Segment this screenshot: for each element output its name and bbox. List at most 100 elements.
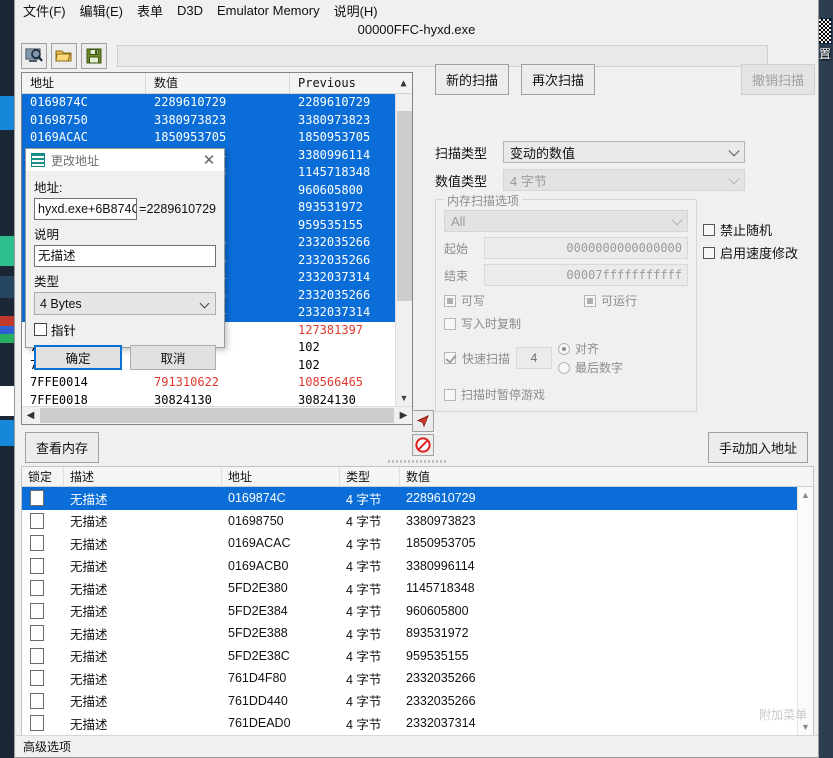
taskbar-strip[interactable] — [0, 0, 14, 758]
menu-help[interactable]: 说明(H) — [334, 1, 378, 20]
lock-cell[interactable] — [22, 580, 64, 597]
addr-col-lock[interactable]: 锁定 — [22, 466, 64, 487]
lock-cell[interactable] — [22, 692, 64, 709]
lock-checkbox-icon[interactable] — [30, 535, 44, 552]
lock-checkbox-icon[interactable] — [30, 625, 44, 642]
cancel-button[interactable]: 取消 — [130, 345, 216, 370]
open-process-icon[interactable] — [21, 43, 47, 69]
results-col-address[interactable]: 地址 — [22, 72, 146, 94]
pointer-checkbox[interactable]: 指针 — [34, 320, 216, 339]
type-select[interactable]: 4 Bytes — [34, 292, 216, 315]
address-input[interactable]: hyxd.exe+6B874C — [34, 198, 138, 220]
lock-checkbox-icon[interactable] — [30, 647, 44, 664]
lock-cell[interactable] — [22, 647, 64, 664]
scan-result-previous: 2332035266 — [298, 252, 371, 267]
scan-type-select[interactable]: 变动的数值 — [503, 141, 745, 163]
scan-result-row[interactable]: 7FFE0018 30824130 30824130 — [22, 392, 412, 407]
addr-col-address[interactable]: 地址 — [222, 466, 340, 487]
lock-cell[interactable] — [22, 670, 64, 687]
table-row[interactable]: 无描述 0169ACB0 4 字节 3380996114 — [22, 555, 813, 578]
taskbar-icon-white[interactable] — [0, 386, 14, 416]
table-row[interactable]: 无描述 5FD2E388 4 字节 893531972 — [22, 622, 813, 645]
menu-form[interactable]: 表单 — [137, 1, 163, 20]
lock-cell[interactable] — [22, 557, 64, 574]
menu-edit[interactable]: 编辑(E) — [80, 1, 123, 20]
lock-checkbox-icon[interactable] — [30, 580, 44, 597]
value-type-label: 数值类型 — [435, 173, 488, 189]
results-vscroll-thumb[interactable] — [397, 111, 412, 301]
lock-checkbox-icon[interactable] — [30, 602, 44, 619]
new-scan-button[interactable]: 新的扫描 — [435, 64, 510, 95]
advanced-options-label[interactable]: 高级选项 — [23, 738, 71, 755]
results-horizontal-scrollbar[interactable]: ◀ ▶ — [22, 406, 412, 424]
menu-file[interactable]: 文件(F) — [23, 1, 66, 20]
last-digits-radio: 最后数字 — [558, 359, 623, 376]
menu-emulator-memory[interactable]: Emulator Memory — [217, 3, 320, 18]
scan-result-row[interactable]: 0169ACAC 1850953705 1850953705 — [22, 129, 412, 147]
table-row[interactable]: 无描述 761DD440 4 字节 2332035266 — [22, 690, 813, 713]
results-scroll-left-icon[interactable]: ◀ — [22, 410, 39, 421]
save-file-icon[interactable] — [81, 43, 107, 69]
taskbar-icon-blue[interactable] — [0, 326, 14, 334]
lock-checkbox-icon[interactable] — [30, 557, 44, 574]
table-row[interactable]: 无描述 0169ACAC 4 字节 1850953705 — [22, 532, 813, 555]
pointer-tool-icon[interactable] — [412, 410, 434, 432]
taskbar-icon-red[interactable] — [0, 316, 14, 326]
results-col-value[interactable]: 数值 — [146, 72, 290, 94]
lock-cell[interactable] — [22, 602, 64, 619]
scan-result-previous: 2332037314 — [298, 305, 371, 319]
next-scan-button[interactable]: 再次扫描 — [521, 64, 596, 95]
taskbar-icon-manager[interactable] — [0, 276, 14, 298]
address-scroll-up-icon[interactable]: ▲ — [798, 487, 813, 503]
lock-checkbox-icon[interactable] — [30, 692, 44, 709]
panel-splitter[interactable] — [15, 459, 818, 464]
table-row[interactable]: 无描述 761DEAD0 4 字节 2332037314 — [22, 712, 813, 735]
results-scroll-up-icon[interactable]: ▲ — [395, 73, 412, 94]
lock-checkbox-icon[interactable] — [30, 715, 44, 732]
description-input[interactable]: 无描述 — [34, 245, 216, 267]
no-random-checkbox[interactable]: 禁止随机 — [703, 220, 798, 239]
lock-cell[interactable] — [22, 535, 64, 552]
table-row[interactable]: 无描述 01698750 4 字节 3380973823 — [22, 510, 813, 533]
results-hscroll-thumb[interactable] — [40, 408, 394, 423]
pause-game-checkbox: 扫描时暂停游戏 — [444, 386, 688, 403]
scan-result-row[interactable]: 0169874C 2289610729 2289610729 — [22, 94, 412, 112]
addr-col-type[interactable]: 类型 — [340, 466, 400, 487]
lock-checkbox-icon[interactable] — [30, 670, 44, 687]
checkbox-icon — [584, 294, 596, 307]
table-row[interactable]: 无描述 5FD2E380 4 字节 1145718348 — [22, 577, 813, 600]
lock-cell[interactable] — [22, 715, 64, 732]
scan-result-row[interactable]: 01698750 3380973823 3380973823 — [22, 111, 412, 129]
address-table-scrollbar[interactable]: ▲ ▼ — [797, 487, 813, 735]
results-scroll-right-icon[interactable]: ▶ — [395, 410, 412, 421]
taskbar-icon-browser[interactable] — [0, 96, 14, 130]
table-row[interactable]: 无描述 5FD2E38C 4 字节 959535155 — [22, 645, 813, 668]
lock-cell[interactable] — [22, 625, 64, 642]
stop-scan-icon[interactable] — [412, 434, 434, 456]
results-scroll-down-icon[interactable]: ▼ — [396, 389, 412, 406]
row-description: 无描述 — [70, 537, 108, 552]
speedhack-checkbox[interactable]: 启用速度修改 — [703, 243, 798, 262]
lock-checkbox-icon[interactable] — [30, 512, 44, 529]
table-row[interactable]: 无描述 0169874C 4 字节 2289610729 — [22, 487, 813, 510]
menu-d3d[interactable]: D3D — [177, 3, 203, 18]
open-file-icon[interactable] — [51, 43, 77, 69]
table-row[interactable]: 无描述 5FD2E384 4 字节 960605800 — [22, 600, 813, 623]
taskbar-icon-edge[interactable] — [0, 420, 14, 446]
lock-cell[interactable] — [22, 512, 64, 529]
stop-address-input: 00007fffffffffff — [484, 264, 688, 286]
memory-scan-options-title: 内存扫描选项 — [444, 192, 523, 209]
address-table-rows[interactable]: 无描述 0169874C 4 字节 2289610729 无描述 01698750 4 字节… — [22, 487, 813, 757]
taskbar-icon-green-app[interactable] — [0, 236, 14, 266]
addr-col-description[interactable]: 描述 — [64, 466, 222, 487]
table-row[interactable]: 无描述 761D4F80 4 字节 2332035266 — [22, 667, 813, 690]
lock-cell[interactable] — [22, 490, 64, 507]
lock-checkbox-icon[interactable] — [30, 490, 44, 507]
close-icon[interactable]: ✕ — [200, 151, 218, 169]
addr-col-value[interactable]: 数值 — [400, 467, 600, 487]
taskbar-icon-green[interactable] — [0, 334, 14, 343]
results-col-previous[interactable]: Previous — [290, 73, 395, 94]
results-vertical-scrollbar[interactable]: ▼ — [395, 94, 412, 406]
dialog-titlebar[interactable]: 更改地址 ✕ — [26, 149, 224, 171]
ok-button[interactable]: 确定 — [34, 345, 122, 370]
